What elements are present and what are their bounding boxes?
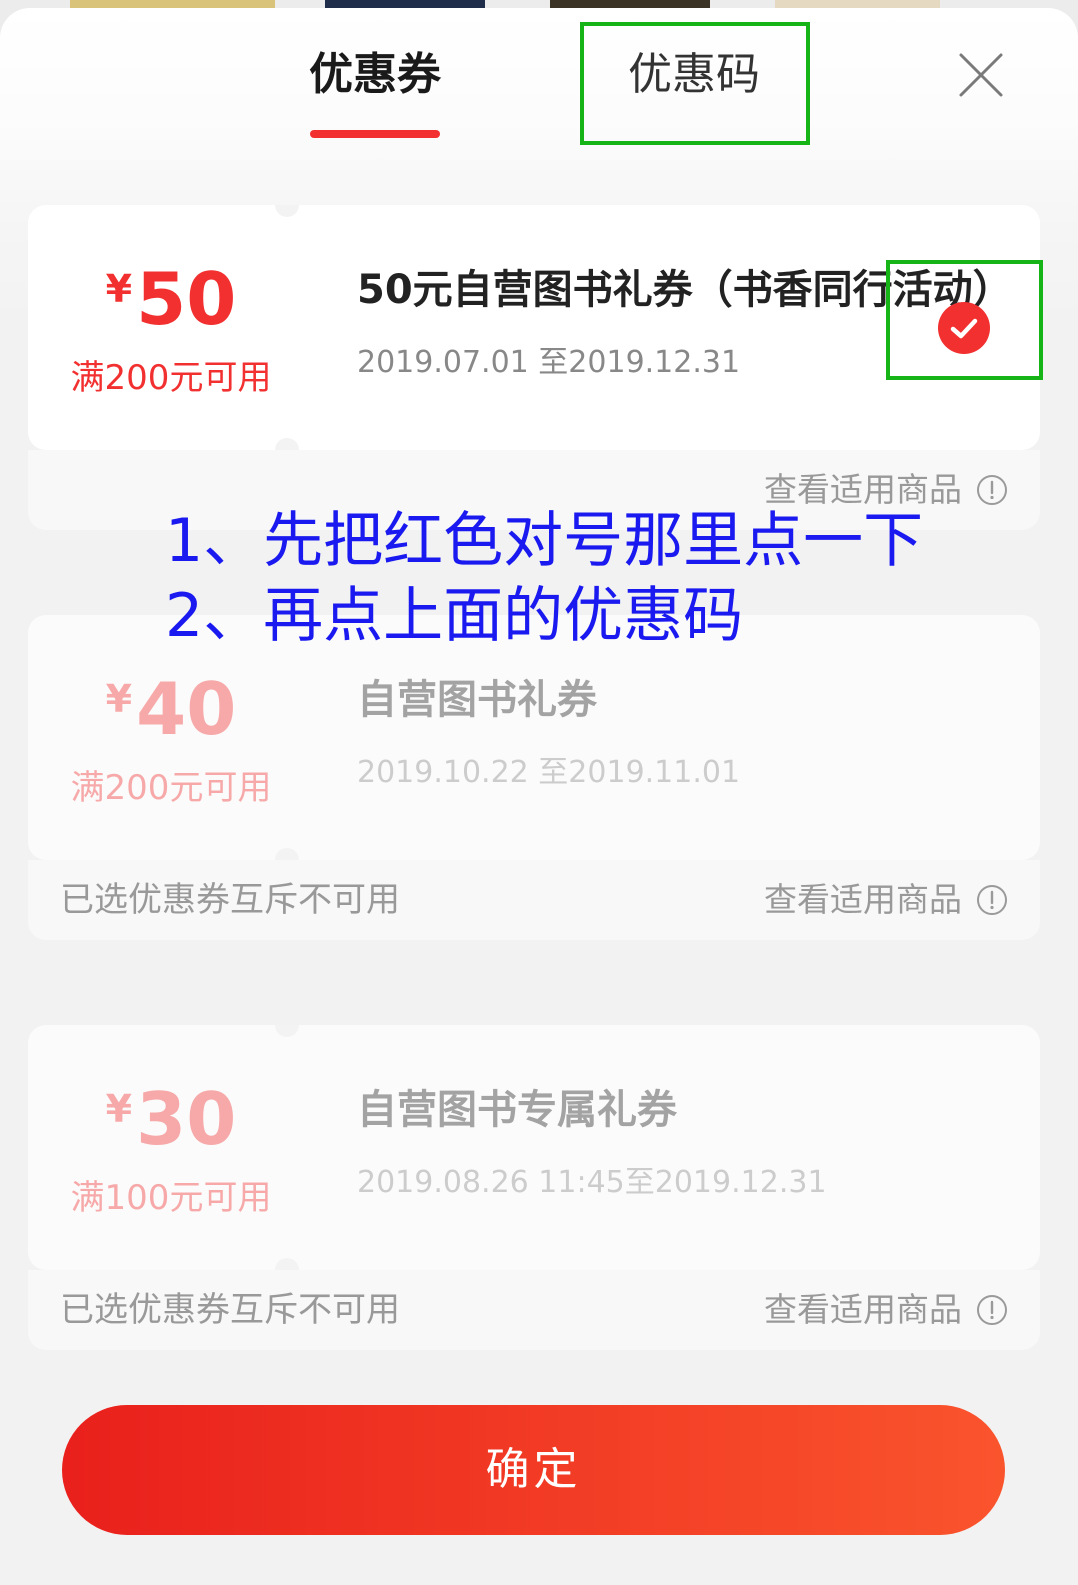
coupon-value: ¥ 30 [28,1083,314,1155]
info-icon-dot [990,495,994,500]
tab-coupon-code-label: 优惠码 [628,49,760,100]
coupon-selection-sheet: 优惠券 优惠码 ¥ 50 满200元可用 50元自营图书礼券（书香同行活动） 2… [0,8,1078,1585]
coupon-card-body[interactable]: ¥ 30 满100元可用 自营图书专属礼券 2019.08.26 11:45至2… [28,1025,1040,1270]
coupon-card-body[interactable]: ¥ 50 满200元可用 50元自营图书礼券（书香同行活动） 2019.07.0… [28,205,1040,450]
active-tab-indicator [310,130,440,138]
tab-coupon-code[interactable]: 优惠码 [594,45,794,145]
ticket-notch [275,1258,299,1270]
coupon-min-spend: 满200元可用 [70,358,272,398]
view-applicable-products-label: 查看适用商品 [764,1290,962,1329]
coupon-select-toggle[interactable] [938,302,990,354]
ticket-notch [275,615,299,627]
coupon-validity-dates: 2019.08.26 11:45至2019.12.31 [357,1165,827,1200]
coupon-title: 50元自营图书礼券（书香同行活动） [357,267,1013,313]
coupon-card[interactable]: ¥ 50 满200元可用 50元自营图书礼券（书香同行活动） 2019.07.0… [28,205,1040,530]
check-circle-fill [938,302,990,354]
coupon-amount: 50 [136,257,237,341]
tab-coupons-label: 优惠券 [309,49,441,100]
coupon-min-spend: 满200元可用 [70,768,272,808]
coupon-validity-dates: 2019.10.22 至2019.11.01 [357,755,741,790]
currency-symbol: ¥ [105,677,133,721]
coupon-card[interactable]: ¥ 30 满100元可用 自营图书专属礼券 2019.08.26 11:45至2… [28,1025,1040,1350]
coupon-value: ¥ 50 [28,263,314,335]
coupon-min-spend: 满100元可用 [70,1178,272,1218]
unavailable-note: 已选优惠券互斥不可用 [60,1290,400,1330]
coupon-card-body[interactable]: ¥ 40 满200元可用 自营图书礼券 2019.10.22 至2019.11.… [28,615,1040,860]
confirm-button[interactable]: 确定 [62,1405,1005,1535]
ticket-notch [275,205,299,217]
coupon-card-footer: 查看适用商品 [28,450,1040,530]
currency-symbol: ¥ [105,267,133,311]
close-icon [959,53,1003,97]
check-circle-icon [938,302,990,354]
info-icon-dot [990,1315,994,1320]
coupon-title: 自营图书礼券 [357,677,597,723]
coupon-amount: 40 [136,667,237,751]
coupon-card-footer: 已选优惠券互斥不可用 查看适用商品 [28,1270,1040,1350]
view-applicable-products-link[interactable]: 查看适用商品 [764,470,1008,510]
coupon-validity-dates: 2019.07.01 至2019.12.31 [357,345,741,380]
view-applicable-products-link[interactable]: 查看适用商品 [764,1290,1008,1330]
coupon-card[interactable]: ¥ 40 满200元可用 自营图书礼券 2019.10.22 至2019.11.… [28,615,1040,940]
coupon-title: 自营图书专属礼券 [357,1087,677,1133]
unavailable-note: 已选优惠券互斥不可用 [60,880,400,920]
confirm-button-label: 确定 [485,1444,582,1495]
info-circle-icon [977,1295,1007,1325]
info-circle-icon [977,885,1007,915]
tab-coupons[interactable]: 优惠券 [275,45,475,145]
view-applicable-products-label: 查看适用商品 [764,470,962,509]
info-icon-dot [990,905,994,910]
coupon-value: ¥ 40 [28,673,314,745]
info-circle-icon [977,475,1007,505]
screen: 优惠券 优惠码 ¥ 50 满200元可用 50元自营图书礼券（书香同行活动） 2… [0,0,1078,1585]
view-applicable-products-label: 查看适用商品 [764,880,962,919]
view-applicable-products-link[interactable]: 查看适用商品 [764,880,1008,920]
close-button[interactable] [958,52,1004,98]
currency-symbol: ¥ [105,1087,133,1131]
ticket-notch [275,1025,299,1037]
coupon-amount: 30 [136,1077,237,1161]
ticket-notch [275,438,299,450]
coupon-card-footer: 已选优惠券互斥不可用 查看适用商品 [28,860,1040,940]
ticket-notch [275,848,299,860]
